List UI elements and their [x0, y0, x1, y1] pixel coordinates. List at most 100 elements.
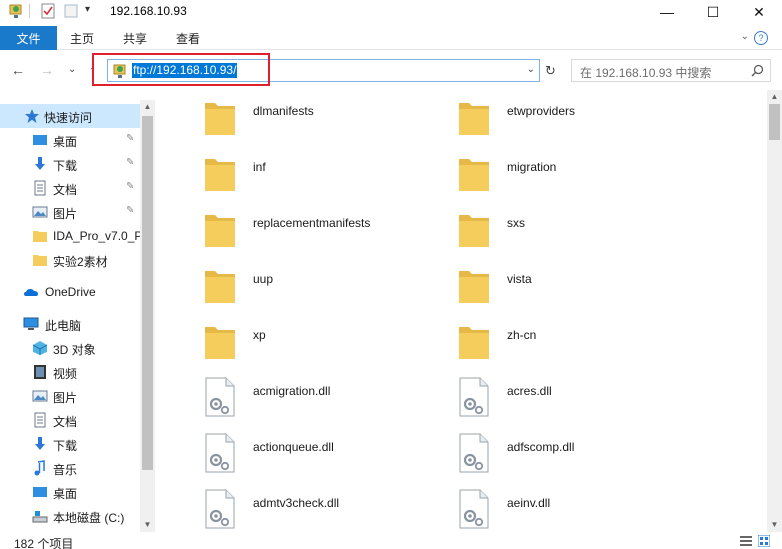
sidebar-item-quick-access[interactable]: 快速访问: [0, 104, 140, 128]
sidebar-item-onedrive[interactable]: OneDrive: [0, 280, 140, 304]
folder-item[interactable]: vista: [409, 258, 659, 310]
collapse-ribbon-icon[interactable]: ⌄: [741, 31, 749, 42]
file-name: dlmanifests: [253, 104, 314, 118]
file-item[interactable]: acmigration.dll: [155, 370, 405, 422]
file-name: xp: [253, 328, 266, 342]
file-name: replacementmanifests: [253, 216, 371, 230]
sidebar-item-downloads-pc[interactable]: 下载: [0, 432, 140, 456]
maximize-button[interactable]: ☐: [690, 0, 736, 24]
dll-file-icon: [203, 433, 237, 473]
recent-locations-button[interactable]: ⌄: [68, 64, 76, 75]
sidebar-scroll-thumb[interactable]: [142, 116, 153, 470]
sidebar-item-music[interactable]: 音乐: [0, 456, 140, 480]
ribbon-tabs: 文件 主页 共享 查看 ⌄ ?: [0, 26, 782, 50]
sidebar-item-label: 本地磁盘 (C:): [53, 511, 125, 525]
scroll-up-icon[interactable]: ▲: [142, 102, 153, 111]
scroll-down-icon[interactable]: ▼: [142, 520, 153, 529]
tab-share[interactable]: 共享: [123, 26, 147, 50]
file-name: sxs: [507, 216, 525, 230]
refresh-button[interactable]: ↻: [542, 59, 559, 82]
file-name: acres.dll: [507, 384, 552, 398]
properties-icon[interactable]: [40, 3, 56, 19]
file-list: dlmanifests etwproviders inf migration repla…: [155, 90, 767, 532]
file-name: zh-cn: [507, 328, 537, 342]
close-button[interactable]: ✕: [736, 0, 782, 24]
content-scroll-thumb[interactable]: [769, 104, 780, 140]
file-item[interactable]: acres.dll: [409, 370, 659, 422]
folder-item[interactable]: inf: [155, 146, 405, 198]
file-name: adfscomp.dll: [507, 440, 575, 454]
sidebar-item-3d-objects[interactable]: 3D 对象: [0, 336, 140, 360]
sidebar-item-pictures-pc[interactable]: 图片: [0, 384, 140, 408]
folder-item[interactable]: xp: [155, 314, 405, 366]
folder-icon: [203, 265, 237, 305]
folder-item[interactable]: replacementmanifests: [155, 202, 405, 254]
file-name: aeinv.dll: [507, 496, 551, 510]
tab-file[interactable]: 文件: [0, 26, 57, 50]
sidebar-item-label: 图片: [53, 391, 78, 405]
title-separator: [29, 4, 30, 18]
sidebar-item-lab2[interactable]: 实验2素材: [0, 248, 140, 272]
address-dropdown-icon[interactable]: ⌄: [527, 64, 535, 75]
sidebar-item-downloads[interactable]: 下载 ✎: [0, 152, 140, 176]
help-icon[interactable]: ?: [754, 31, 768, 45]
file-item[interactable]: admtv3check.dll: [155, 482, 405, 532]
sidebar-item-this-pc[interactable]: 此电脑: [0, 312, 140, 336]
sidebar-item-label: 快速访问: [44, 111, 93, 125]
dll-file-icon: [457, 489, 491, 529]
sidebar-item-label: 下载: [53, 159, 78, 173]
new-folder-icon[interactable]: [63, 3, 79, 19]
content-scrollbar[interactable]: ▲ ▼: [767, 90, 782, 532]
sidebar-item-local-disk[interactable]: 本地磁盘 (C:): [0, 504, 140, 528]
sidebar-item-pictures[interactable]: 图片 ✎: [0, 200, 140, 224]
sidebar-item-desktop-pc[interactable]: 桌面: [0, 480, 140, 504]
file-item[interactable]: adfscomp.dll: [409, 426, 659, 478]
search-input[interactable]: 在 192.168.10.93 中搜索: [571, 59, 771, 82]
window-title: 192.168.10.93: [110, 4, 187, 18]
customize-quick-access-icon[interactable]: ▾: [85, 4, 90, 15]
forward-button[interactable]: →: [40, 62, 54, 78]
folder-item[interactable]: dlmanifests: [155, 90, 405, 142]
tab-home[interactable]: 主页: [70, 26, 94, 50]
sidebar-item-desktop[interactable]: 桌面 ✎: [0, 128, 140, 152]
title-bar: ▾ 192.168.10.93 — ☐ ✕: [0, 0, 782, 24]
desktop-icon: [33, 487, 47, 497]
file-item[interactable]: aeinv.dll: [409, 482, 659, 532]
dll-file-icon: [203, 489, 237, 529]
folder-item[interactable]: migration: [409, 146, 659, 198]
scroll-down-icon[interactable]: ▼: [769, 520, 780, 529]
video-icon: [34, 365, 46, 379]
pin-icon: ✎: [126, 181, 135, 192]
network-drive-icon[interactable]: [8, 3, 24, 19]
document-icon: [34, 412, 46, 428]
file-name: uup: [253, 272, 274, 286]
dll-file-icon: [457, 433, 491, 473]
navigation-pane: 快速访问 桌面 ✎ 下载 ✎ 文档 ✎ 图片 ✎ IDA_Pro_v7.0_P …: [0, 100, 155, 532]
file-name: actionqueue.dll: [253, 440, 334, 454]
music-icon: [34, 460, 45, 476]
picture-icon: [32, 206, 48, 218]
sidebar-item-documents-pc[interactable]: 文档: [0, 408, 140, 432]
large-icons-view-icon[interactable]: [758, 535, 770, 547]
minimize-button[interactable]: —: [644, 0, 690, 24]
folder-item[interactable]: zh-cn: [409, 314, 659, 366]
sidebar-item-ida-pro[interactable]: IDA_Pro_v7.0_P: [0, 224, 141, 248]
scroll-up-icon[interactable]: ▲: [769, 92, 780, 101]
folder-icon: [33, 231, 47, 242]
folder-item[interactable]: uup: [155, 258, 405, 310]
folder-item[interactable]: sxs: [409, 202, 659, 254]
sidebar-item-documents[interactable]: 文档 ✎: [0, 176, 140, 200]
sidebar-item-label: OneDrive: [45, 285, 96, 299]
sidebar-item-videos[interactable]: 视频: [0, 360, 140, 384]
sidebar-item-label: 文档: [53, 415, 78, 429]
search-icon[interactable]: [751, 64, 764, 77]
folder-item[interactable]: etwproviders: [409, 90, 659, 142]
pin-icon: ✎: [126, 205, 135, 216]
details-view-icon[interactable]: [740, 535, 752, 547]
tab-view[interactable]: 查看: [176, 26, 200, 50]
sidebar-scrollbar[interactable]: ▲ ▼: [140, 100, 155, 532]
folder-icon: [203, 97, 237, 137]
folder-icon: [457, 209, 491, 249]
back-button[interactable]: ←: [11, 62, 25, 78]
file-item[interactable]: actionqueue.dll: [155, 426, 405, 478]
